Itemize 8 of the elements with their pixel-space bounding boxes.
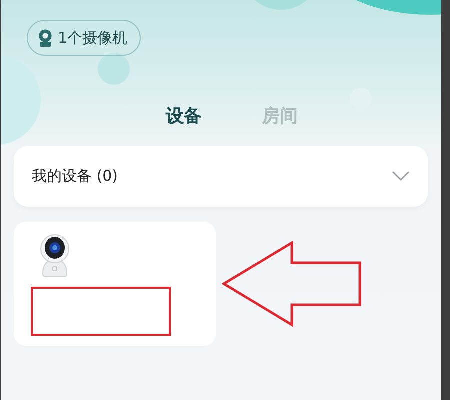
tab[interactable]: 设备 [166,104,202,128]
device-group-dropdown[interactable]: 我的设备 (0) [14,146,428,207]
camera-count-badge[interactable]: 1个摄像机 [27,20,141,56]
camera-icon [38,29,53,47]
device-card[interactable] [14,222,216,346]
device-group-label: 我的设备 (0) [32,167,118,186]
security-camera-icon [38,234,72,278]
camera-count-label: 1个摄像机 [58,28,128,48]
